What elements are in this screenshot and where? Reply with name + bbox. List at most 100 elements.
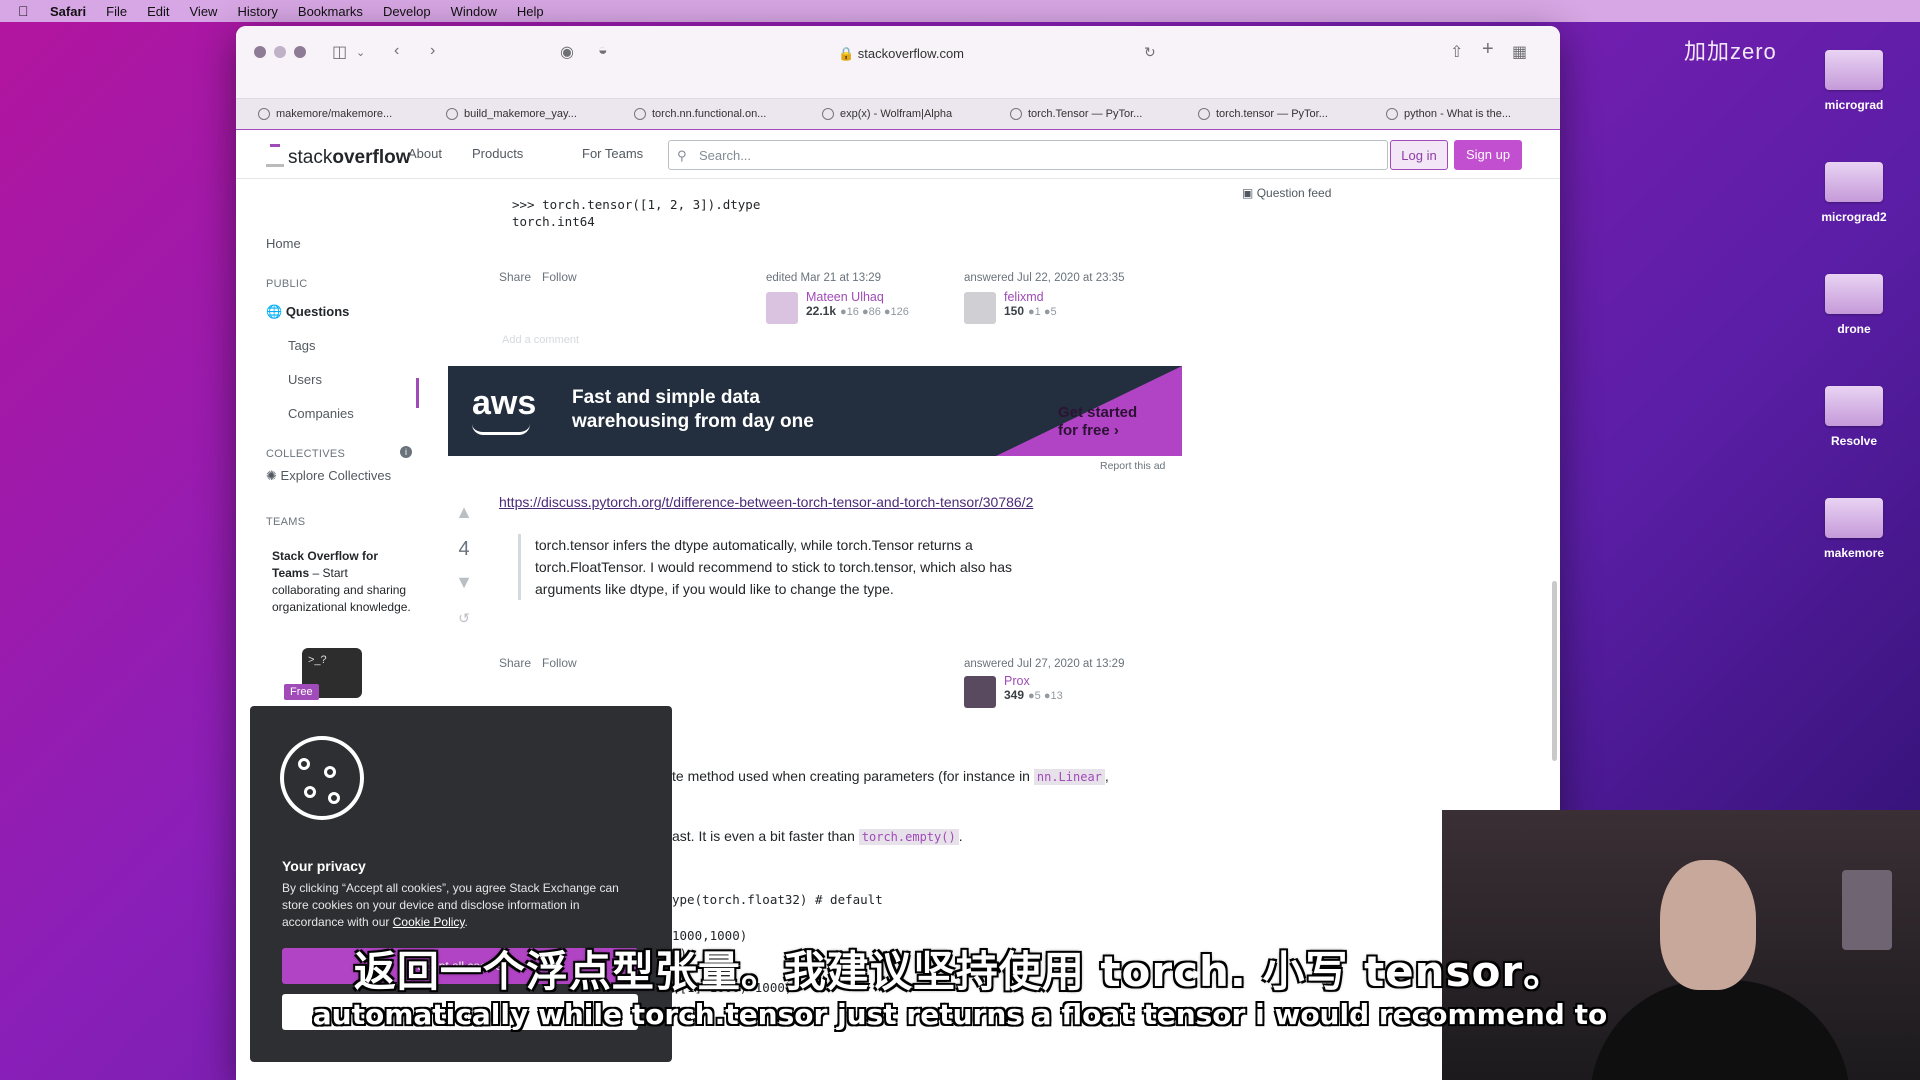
add-comment-link[interactable]: Add a comment	[502, 334, 579, 346]
tab-torch-nn-functional[interactable]: torch.nn.functional.on...	[612, 108, 800, 120]
pytorch-icon	[1198, 108, 1210, 120]
nav-for-teams[interactable]: For Teams	[582, 146, 643, 161]
desktop-folder-micrograd[interactable]: micrograd	[1794, 50, 1914, 112]
question-feed-link[interactable]: ▣ Question feed	[1242, 186, 1331, 200]
search-icon: ⚲	[677, 148, 687, 163]
url-text: stackoverflow.com	[857, 46, 964, 61]
share-link[interactable]: Share	[499, 270, 531, 284]
sidebar-item-companies[interactable]: Companies	[288, 406, 354, 421]
answer-text: .	[958, 828, 963, 844]
sidebar-item-tags[interactable]: Tags	[288, 338, 315, 353]
desktop-folder-micrograd2[interactable]: micrograd2	[1794, 162, 1914, 224]
ad-cta-line: Get started	[1058, 404, 1138, 421]
report-ad-link[interactable]: Report this ad	[1100, 460, 1165, 472]
zoom-window-button[interactable]	[294, 46, 306, 58]
menu-app-name[interactable]: Safari	[50, 4, 86, 19]
shield-icon[interactable]: ◒	[598, 42, 608, 60]
new-tab-icon[interactable]: +	[1482, 38, 1494, 61]
answered-info: answered Jul 22, 2020 at 23:35	[964, 272, 1124, 284]
privacy-icon[interactable]: ◉	[560, 42, 574, 62]
sidebar-item-users[interactable]: Users	[288, 372, 322, 387]
upvote-icon[interactable]: ▲	[446, 502, 482, 523]
wolfram-icon	[822, 108, 834, 120]
inline-code[interactable]: nn.Linear	[1033, 769, 1105, 785]
free-badge: Free	[284, 684, 319, 700]
edited-timestamp[interactable]: edited Mar 21 at 13:29	[766, 272, 881, 284]
signup-button[interactable]: Sign up	[1454, 140, 1522, 170]
share-icon[interactable]: ⇧	[1450, 42, 1463, 62]
menu-help[interactable]: Help	[517, 4, 544, 19]
desktop-folder-resolve[interactable]: Resolve	[1794, 386, 1914, 448]
vote-count: 4	[458, 538, 470, 560]
answered-timestamp[interactable]: answered Jul 27, 2020 at 13:29	[964, 658, 1124, 670]
author-name[interactable]: felixmd	[1004, 290, 1057, 304]
nav-products[interactable]: Products	[472, 146, 523, 161]
history-icon[interactable]: ↺	[446, 610, 482, 627]
tab-torch-Tensor-docs[interactable]: torch.Tensor — PyTor...	[988, 108, 1176, 120]
answer-source-link[interactable]: https://discuss.pytorch.org/t/difference…	[499, 494, 1033, 510]
stackoverflow-logo[interactable]: stackoverflow	[266, 142, 410, 169]
avatar[interactable]	[964, 292, 996, 324]
tab-makemore-github[interactable]: makemore/makemore...	[236, 108, 424, 120]
avatar[interactable]	[766, 292, 798, 324]
answer-text-line: te method used when creating parameters …	[672, 768, 1109, 785]
ad-cta-button[interactable]: Get started for free ›	[1058, 404, 1137, 440]
rss-icon: ▣	[1242, 186, 1254, 200]
downvote-icon[interactable]: ▼	[446, 572, 482, 593]
search-input[interactable]: ⚲ Search...	[668, 140, 1388, 170]
menu-view[interactable]: View	[190, 4, 218, 19]
info-icon[interactable]: i	[400, 446, 412, 458]
answer-blockquote: torch.tensor infers the dtype automatica…	[518, 534, 1095, 600]
tab-stackoverflow-active[interactable]: python - What is the...	[1364, 108, 1552, 120]
menu-file[interactable]: File	[106, 4, 127, 19]
editor-name[interactable]: Mateen Ulhaq	[806, 290, 909, 304]
tab-overview-icon[interactable]: ▦	[1512, 42, 1527, 62]
tab-torch-tensor-docs[interactable]: torch.tensor — PyTor...	[1176, 108, 1364, 120]
avatar[interactable]	[964, 676, 996, 708]
apple-icon[interactable]: 	[18, 3, 34, 19]
nav-about[interactable]: About	[408, 146, 442, 161]
menu-bookmarks[interactable]: Bookmarks	[298, 4, 363, 19]
folder-label: drone	[1837, 322, 1871, 336]
teams-promo[interactable]: Stack Overflow for Teams – Start collabo…	[272, 548, 412, 616]
inline-code[interactable]: torch.empty()	[858, 829, 959, 845]
aws-logo: aws	[472, 384, 537, 422]
tab-wolfram-alpha[interactable]: exp(x) - Wolfram|Alpha	[800, 108, 988, 120]
cookie-policy-link[interactable]: Cookie Policy	[393, 915, 465, 929]
sidebar-item-explore-collectives[interactable]: ✺ Explore Collectives	[266, 468, 391, 484]
answered-timestamp[interactable]: answered Jul 22, 2020 at 23:35	[964, 272, 1124, 284]
tab-build-makemore[interactable]: build_makemore_yay...	[424, 108, 612, 120]
follow-link[interactable]: Follow	[542, 656, 577, 670]
follow-link[interactable]: Follow	[542, 270, 577, 284]
menu-edit[interactable]: Edit	[147, 4, 169, 19]
sidebar-item-label: Explore Collectives	[280, 468, 392, 483]
folder-label: Resolve	[1830, 434, 1878, 448]
chevron-down-icon[interactable]: ⌄	[356, 46, 365, 59]
desktop-folder-makemore[interactable]: makemore	[1794, 498, 1914, 560]
desktop-folder-drone[interactable]: drone	[1794, 274, 1914, 336]
ad-headline: Fast and simple data warehousing from da…	[572, 386, 814, 434]
login-button[interactable]: Log in	[1390, 140, 1448, 170]
sidebar-toggle-icon[interactable]: ◫	[332, 42, 347, 62]
back-icon[interactable]: ‹	[394, 42, 399, 60]
sidebar-item-questions[interactable]: 🌐 Questions	[266, 304, 349, 320]
author-name[interactable]: Prox	[1004, 674, 1063, 688]
address-bar[interactable]: 🔒 stackoverflow.com	[631, 42, 1171, 66]
quote-line: arguments like dtype, if you would like …	[535, 581, 894, 597]
menu-develop[interactable]: Develop	[383, 4, 431, 19]
minimize-window-button[interactable]	[274, 46, 286, 58]
menu-window[interactable]: Window	[451, 4, 497, 19]
logo-text-plain: stack	[288, 147, 333, 168]
close-window-button[interactable]	[254, 46, 266, 58]
folder-icon	[1825, 498, 1883, 538]
sidebar-item-home[interactable]: Home	[266, 236, 301, 251]
menu-history[interactable]: History	[237, 4, 277, 19]
folder-label: micrograd	[1824, 98, 1884, 112]
tab-bar: makemore/makemore... build_makemore_yay.…	[236, 98, 1560, 131]
ad-headline-line: Fast and simple data	[572, 387, 760, 408]
forward-icon[interactable]: ›	[430, 42, 435, 60]
reload-icon[interactable]: ↻	[1144, 44, 1156, 61]
advertisement-banner[interactable]: aws Fast and simple data warehousing fro…	[448, 366, 1182, 456]
page-scrollbar[interactable]	[1552, 581, 1557, 761]
share-link[interactable]: Share	[499, 656, 531, 670]
